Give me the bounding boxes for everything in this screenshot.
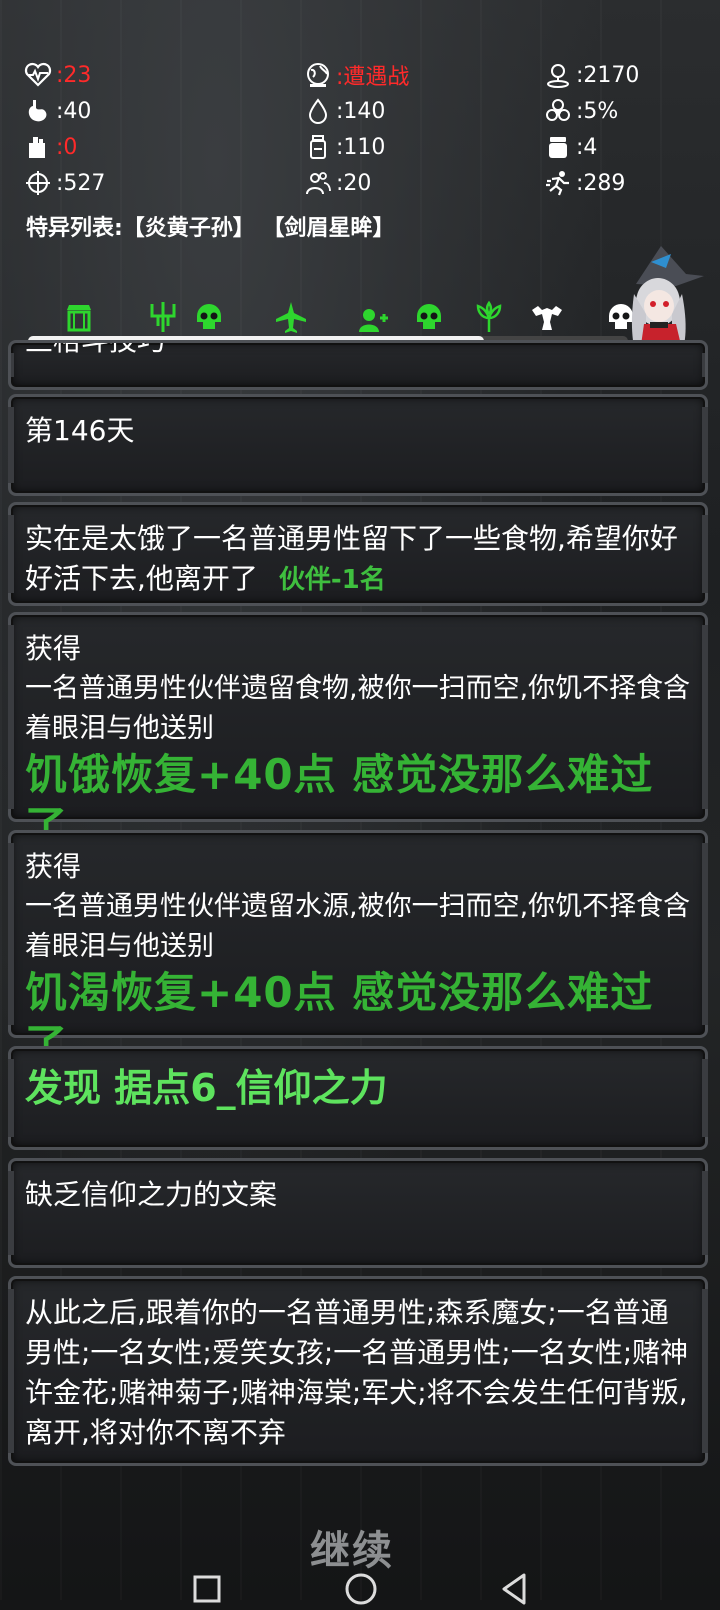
stat-health-value: :23 [56, 62, 92, 88]
trait-list: 特异列表:【炎黄子孙】 【剑眉星眸】 [26, 216, 395, 241]
event-food-body: 一名普通男性伙伴遗留食物,被你一扫而空,你饥不择食含着眼泪与他送别 [25, 673, 691, 744]
location-pin-icon [544, 61, 576, 89]
airplane-icon[interactable] [274, 300, 308, 334]
event-food-heading: 获得 [25, 632, 82, 665]
skull-icon[interactable] [192, 300, 226, 334]
stat-attack-value: :527 [56, 170, 106, 196]
event-card-companion-left: 实在是太饿了一名普通男性留下了一些食物,希望你好好活下去,他离开了 伙伴-1名 [8, 502, 708, 606]
water-drop-icon [304, 97, 336, 125]
continue-button[interactable]: 继续 [310, 1518, 394, 1576]
event-card-discover: 发现 据点6_信仰之力 [8, 1046, 708, 1150]
stat-distance: :2170 [544, 58, 639, 92]
muscle-icon[interactable] [530, 300, 564, 334]
stat-ammo: :0 [24, 130, 77, 164]
stat-supplies: :110 [304, 130, 385, 164]
stat-speed: :289 [544, 166, 625, 200]
stat-attack: :527 [24, 166, 105, 200]
ammo-icon [24, 133, 56, 161]
home-icon[interactable] [344, 1572, 378, 1610]
stat-hunger: :40 [24, 94, 91, 128]
stat-water: :140 [304, 94, 385, 128]
heart-rate-icon [24, 61, 56, 89]
event-partial-text: 兰格斗技巧 [25, 340, 166, 357]
stat-items-value: :4 [576, 134, 598, 160]
event-water-heading: 获得 [25, 850, 82, 883]
stat-infection-value: :5% [576, 98, 619, 124]
stat-items: :4 [544, 130, 597, 164]
trident-icon[interactable] [146, 300, 180, 334]
stomach-icon [24, 97, 56, 125]
stat-encounter-value: :遭遇战 [336, 65, 410, 90]
stat-speed-value: :289 [576, 170, 626, 196]
event-day-text: 第146天 [25, 414, 135, 447]
stat-encounter: :遭遇战 [304, 58, 409, 92]
event-water-body: 一名普通男性伙伴遗留水源,被你一扫而空,你饥不择食含着眼泪与他送别 [25, 891, 691, 962]
event-discover-text: 发现 据点6_信仰之力 [25, 1066, 388, 1110]
event-card-partial: 兰格斗技巧 [8, 340, 708, 390]
stat-supplies-value: :110 [336, 134, 386, 160]
jar-icon [544, 133, 576, 161]
status-panel: :23 :40 :0 :527 :遭遇战 :140 :110:20:2170… [24, 56, 704, 206]
stat-water-value: :140 [336, 98, 386, 124]
action-icon-bar [0, 300, 720, 338]
stat-ammo-value: :0 [56, 134, 78, 160]
stat-companions: :20 [304, 166, 371, 200]
event-card-faith: 缺乏信仰之力的文案 [8, 1158, 708, 1268]
globe-icon [304, 61, 336, 89]
recent-apps-icon[interactable] [192, 1574, 222, 1608]
stat-hunger-value: :40 [56, 98, 92, 124]
biohazard-icon [544, 97, 576, 125]
event-card-water: 获得 一名普通男性伙伴遗留水源,被你一扫而空,你饥不择食含着眼泪与他送别 饥渴恢… [8, 830, 708, 1069]
people-icon [304, 169, 336, 197]
skull-icon-2[interactable] [412, 300, 446, 334]
crosshair-icon [24, 169, 56, 197]
running-icon [544, 169, 576, 197]
event-faith-text: 缺乏信仰之力的文案 [25, 1178, 278, 1211]
companion-change-tag: 伙伴-1名 [278, 565, 386, 595]
stat-infection: :5% [544, 94, 618, 128]
shop-icon[interactable] [62, 300, 96, 334]
event-loyalty-text: 从此之后,跟着你的一名普通男性;森系魔女;一名普通男性;一名女性;爱笑女孩;一名… [25, 1296, 689, 1449]
plant-icon[interactable] [472, 300, 506, 334]
bottle-icon [304, 133, 336, 161]
stat-companions-value: :20 [336, 170, 372, 196]
add-companion-icon[interactable] [356, 300, 390, 334]
event-card-loyalty: 从此之后,跟着你的一名普通男性;森系魔女;一名普通男性;一名女性;爱笑女孩;一名… [8, 1276, 708, 1466]
back-icon[interactable] [498, 1572, 530, 1610]
stat-health: :23 [24, 58, 91, 92]
stat-distance-value: :2170 [576, 62, 640, 88]
event-card-day: 第146天 [8, 394, 708, 496]
event-card-food: 获得 一名普通男性伙伴遗留食物,被你一扫而空,你饥不择食含着眼泪与他送别 饥饿恢… [8, 612, 708, 851]
